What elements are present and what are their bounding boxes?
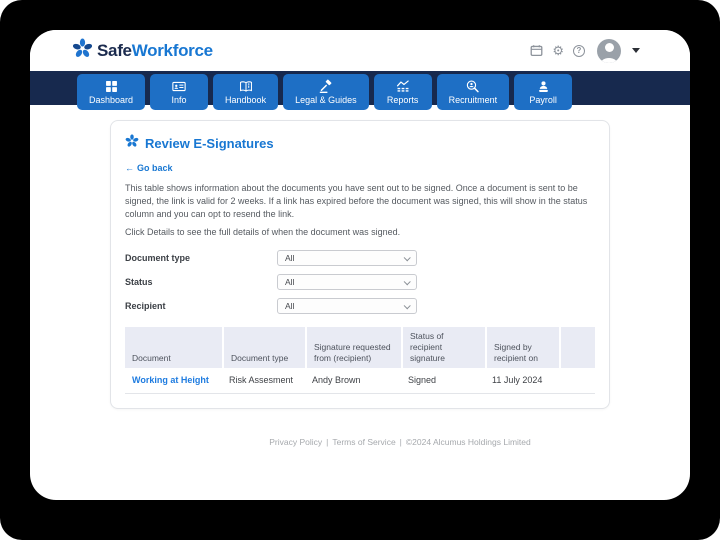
chevron-down-icon [404, 302, 411, 309]
tab-label: Handbook [225, 95, 266, 105]
table-cell-signed-on: 11 July 2024 [485, 368, 559, 394]
column-header-requested-from: Signature requested from (recipient) [305, 327, 401, 368]
filter-section: Document type All Status All [125, 250, 595, 314]
search-person-icon [465, 79, 480, 94]
chevron-down-icon [404, 254, 411, 261]
tab-reports[interactable]: Reports [374, 74, 432, 110]
description-text: This table shows information about the d… [125, 182, 595, 221]
recipient-select[interactable]: All [277, 298, 417, 314]
table-cell-status: Signed [401, 368, 485, 394]
tab-recruitment[interactable]: Recruitment [437, 74, 510, 110]
tab-label: Recruitment [449, 95, 498, 105]
table-cell-document-type: Risk Assesment [222, 368, 305, 394]
help-icon[interactable]: ? [573, 45, 585, 57]
user-avatar[interactable] [597, 39, 621, 63]
column-header-actions [559, 327, 595, 368]
tab-legal-guides[interactable]: Legal & Guides [283, 74, 369, 110]
payroll-person-icon [536, 79, 551, 94]
terms-of-service-link[interactable]: Terms of Service [332, 437, 395, 447]
esignature-pinwheel-icon [125, 134, 139, 153]
screenshot-background: SafeWorkforce ⚙ ? Dashboard Info [0, 0, 720, 540]
gear-icon[interactable]: ⚙ [552, 44, 564, 57]
tab-info[interactable]: Info [150, 74, 208, 110]
tab-dashboard[interactable]: Dashboard [77, 74, 145, 110]
chart-icon [395, 79, 411, 94]
column-header-signed-on: Signed by recipient on [485, 327, 559, 368]
go-back-link[interactable]: ← Go back [125, 163, 173, 173]
document-type-label: Document type [125, 253, 277, 263]
page-footer: Privacy Policy|Terms of Service|©2024 Al… [110, 437, 690, 447]
card-title-row: Review E-Signatures [125, 134, 595, 153]
page-title: Review E-Signatures [145, 136, 274, 151]
tab-handbook[interactable]: Handbook [213, 74, 278, 110]
tab-payroll[interactable]: Payroll [514, 74, 572, 110]
tab-label: Info [172, 95, 187, 105]
brand-logo: SafeWorkforce [72, 38, 213, 64]
dashboard-grid-icon [104, 79, 119, 94]
avatar-caret-icon[interactable] [632, 48, 640, 53]
privacy-policy-link[interactable]: Privacy Policy [269, 437, 322, 447]
status-label: Status [125, 277, 277, 287]
description-text-2: Click Details to see the full details of… [125, 227, 595, 237]
review-esignatures-card: Review E-Signatures ← Go back This table… [110, 120, 610, 409]
tab-label: Legal & Guides [295, 95, 357, 105]
document-type-select[interactable]: All [277, 250, 417, 266]
table-cell-actions [559, 368, 595, 394]
back-arrow-icon: ← [125, 163, 134, 173]
table-cell-document-link[interactable]: Working at Height [125, 368, 222, 394]
header-icons: ⚙ ? [530, 39, 640, 63]
table-cell-requested-from: Andy Brown [305, 368, 401, 394]
column-header-status: Status of recipient signature [401, 327, 485, 368]
logo-pinwheel-icon [72, 38, 93, 64]
id-card-icon [171, 79, 187, 94]
recipient-label: Recipient [125, 301, 277, 311]
chevron-down-icon [404, 278, 411, 285]
calendar-icon[interactable] [530, 44, 543, 57]
status-select[interactable]: All [277, 274, 417, 290]
tab-label: Payroll [529, 95, 557, 105]
column-header-document-type: Document type [222, 327, 305, 368]
handbook-book-icon [238, 79, 254, 94]
esignatures-table: Document Document type Signature request… [125, 327, 595, 394]
copyright-text: ©2024 Alcumus Holdings Limited [406, 437, 531, 447]
tab-label: Dashboard [89, 95, 133, 105]
column-header-document: Document [125, 327, 222, 368]
gavel-icon [318, 79, 333, 94]
tab-label: Reports [387, 95, 419, 105]
app-header: SafeWorkforce ⚙ ? [30, 30, 690, 71]
filter-row-document-type: Document type All [125, 250, 595, 266]
main-content: Review E-Signatures ← Go back This table… [30, 105, 690, 447]
app-window: SafeWorkforce ⚙ ? Dashboard Info [30, 30, 690, 500]
main-nav: Dashboard Info Handbook Legal & Guides R… [30, 71, 690, 105]
brand-name: SafeWorkforce [97, 41, 213, 61]
filter-row-recipient: Recipient All [125, 298, 595, 314]
filter-row-status: Status All [125, 274, 595, 290]
